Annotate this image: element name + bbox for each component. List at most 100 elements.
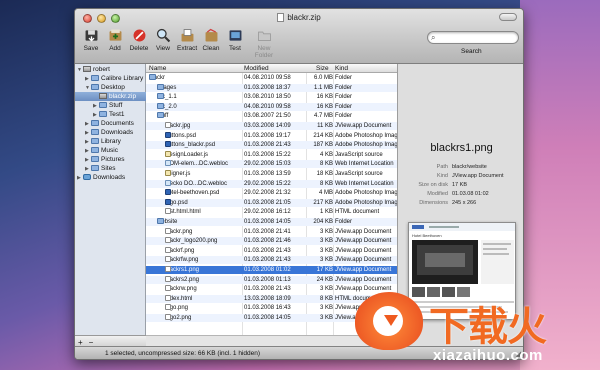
sidebar-item-stuff[interactable]: ▶ Stuff (93, 101, 122, 110)
preview-key-kind: Kind (436, 173, 448, 179)
sidebar-item-calibre-library[interactable]: ▶ Calibre Library (85, 74, 143, 83)
row-modified: 01.03.2008 01:13 (244, 276, 291, 283)
column-name[interactable]: Name (149, 65, 166, 72)
row-kind: Folder (335, 84, 353, 91)
file-row[interactable]: blackr.jpg 03.03.2008 14:09 11 KB JView.app… (146, 122, 397, 130)
row-kind: JView.app Document (335, 228, 392, 235)
folder-row[interactable]: ▶images 01.03.2008 18:37 1.1 MBFolder (146, 83, 397, 92)
document-icon (165, 275, 171, 282)
folder-icon (149, 74, 156, 80)
toolbar-toggle-button[interactable] (499, 13, 517, 21)
sidebar-item-downloads[interactable]: ▶ Downloads (85, 128, 133, 137)
sidebar-item-library[interactable]: ▶ Library (85, 137, 121, 146)
document-icon (165, 266, 171, 272)
sidebar-item-robert[interactable]: ▼ robert (77, 65, 110, 74)
sidebar-item-music[interactable]: ▶ Music (85, 146, 118, 155)
file-row[interactable]: logo.psd 01.03.2008 21:05 217 KB Adobe Phot… (146, 198, 397, 207)
row-size: 187 KB (313, 142, 333, 149)
photoshop-file-icon (165, 198, 171, 205)
file-row[interactable]: hotel-beethoven.psd 29.02.2008 21:32 4 MB A… (146, 189, 397, 197)
row-kind: Adobe Photoshop Image (335, 142, 397, 149)
file-row[interactable]: DOM-elem...DC.webloc 29.02.2008 15:03 8 KB… (146, 160, 397, 169)
row-kind: JView.app Document (335, 267, 392, 273)
preview-value-kind: JView.app Document (452, 173, 504, 179)
folder-icon (91, 165, 99, 171)
toolbar: Save Add Delete View Extract Clean Test … (81, 26, 279, 59)
row-kind: JView.app Document (335, 247, 392, 254)
file-row[interactable]: blackr.png 01.03.2008 21:41 3 KB JView.app … (146, 227, 397, 236)
save-button[interactable]: Save (81, 26, 101, 59)
preview-key-size: Size on disk (418, 182, 448, 188)
row-size: 214 KB (313, 132, 333, 139)
folder-row[interactable]: ▶src_2.0 04.08.2010 09:58 16 KBFolder (146, 102, 397, 111)
file-row[interactable]: blackrfw.png 01.03.2008 21:43 3 KB JView.ap… (146, 256, 397, 265)
file-row[interactable]: Gecko DO...DC.webloc 29.02.2008 15:22 8 KB… (146, 179, 397, 188)
preview-value-dimensions: 245 x 266 (452, 200, 477, 206)
row-kind: Adobe Photoshop Image (335, 132, 397, 139)
row-name: ▶src_2.0 (157, 102, 177, 110)
row-name: blackrf.png (165, 246, 195, 254)
delete-button[interactable]: Delete (129, 26, 149, 59)
row-modified: 01.03.2008 21:43 (244, 286, 291, 293)
file-row[interactable]: DesignLoader.js 01.03.2008 15:22 4 KB JavaS… (146, 150, 397, 159)
preview-value-modified: 01.03.08 01:02 (452, 191, 489, 197)
sidebar-item-documents[interactable]: ▶ Documents (85, 119, 134, 128)
document-icon (165, 314, 171, 320)
search-input[interactable] (442, 33, 512, 40)
row-name: blackrw.png (165, 285, 197, 293)
folder-row[interactable]: ▼website 01.03.2008 14:05 204 KBFolder (146, 218, 397, 226)
row-modified: 01.03.2008 16:43 (244, 305, 291, 312)
folder-row[interactable]: ▼blackr 04.08.2010 09:58 6.0 MBFolder (146, 74, 397, 82)
row-modified: 01.03.2008 14:05 (244, 315, 291, 321)
folder-icon (91, 75, 99, 81)
row-name: blackr.jpg (165, 122, 191, 129)
document-icon (277, 13, 285, 22)
file-row[interactable]: blackr_logo200.png 01.03.2008 21:46 3 KB JV… (146, 237, 397, 246)
folder-icon (157, 112, 164, 119)
watermark-arrow-icon (384, 315, 398, 326)
document-icon (165, 227, 171, 234)
view-button[interactable]: View (153, 26, 173, 59)
watermark-url: xiazaihuo.com (433, 347, 543, 364)
javascript-file-icon (165, 170, 171, 176)
file-row[interactable]: test.html.html 29.02.2008 16:12 1 KB HTML d… (146, 208, 397, 216)
file-row[interactable]: blackrs2.png 01.03.2008 01:13 24 KB JView.a… (146, 275, 397, 284)
search-field[interactable]: ⌕ (427, 31, 519, 44)
preview-title: blackrs1.png (430, 142, 493, 154)
sidebar-item-pictures[interactable]: ▶ Pictures (85, 155, 124, 164)
webloc-file-icon (165, 179, 171, 186)
file-row[interactable]: blackrf.png 01.03.2008 21:43 3 KB JView.app… (146, 246, 397, 255)
file-row[interactable]: buttons.psd 01.03.2008 19:17 214 KB Adobe P… (146, 131, 397, 140)
row-size: 3 KB (319, 238, 333, 245)
document-icon (165, 294, 171, 301)
column-modified[interactable]: Modified (244, 65, 269, 72)
photoshop-file-icon (165, 189, 171, 196)
test-button[interactable]: Test (225, 26, 245, 59)
folder-row[interactable]: ▼stuff 03.08.2007 21:50 4.7 MBFolder (146, 112, 397, 120)
sidebar-item-desktop[interactable]: ▼ Desktop (85, 83, 125, 92)
sidebar-item-sites[interactable]: ▶ Sites (85, 164, 115, 173)
status-text: 1 selected, uncompressed size: 66 KB (in… (105, 350, 261, 357)
folder-row[interactable]: ▶src_1.1 03.08.2010 18:50 16 KBFolder (146, 93, 397, 101)
column-size[interactable]: Size (316, 65, 329, 72)
sidebar-item-downloads-stack[interactable]: ▶ Downloads (77, 173, 125, 182)
file-row[interactable]: buttons_blackr.psd 01.03.2008 21:43 187 KB… (146, 141, 397, 150)
clean-button[interactable]: Clean (201, 26, 221, 59)
row-name: blackrs1.png (165, 266, 200, 273)
new-folder-button[interactable]: New Folder (249, 26, 279, 59)
column-kind[interactable]: Kind (335, 65, 348, 72)
add-button[interactable]: Add (105, 26, 125, 59)
row-kind: JView.app Document (335, 276, 392, 283)
file-row[interactable]: blackrs1.png 01.03.2008 01:02 17 KB JView.a… (146, 266, 397, 274)
sidebar-item-test1[interactable]: ▶ Test1 (93, 110, 125, 119)
file-row[interactable]: dsigner.js 01.03.2008 13:59 18 KB JavaScrip… (146, 170, 397, 178)
sidebar-item-blackr-zip[interactable]: blackr.zip (75, 92, 146, 101)
row-name: buttons.psd (165, 131, 197, 139)
row-modified: 01.03.2008 21:43 (244, 257, 291, 264)
thumbnail-caption: Hotel Beethoven (412, 233, 442, 238)
row-size: 11 KB (317, 123, 333, 129)
row-kind: JavaScript source (335, 171, 383, 177)
extract-button[interactable]: Extract (177, 26, 197, 59)
preview-key-path: Path (436, 164, 448, 170)
row-modified: 01.03.2008 01:02 (244, 267, 291, 273)
